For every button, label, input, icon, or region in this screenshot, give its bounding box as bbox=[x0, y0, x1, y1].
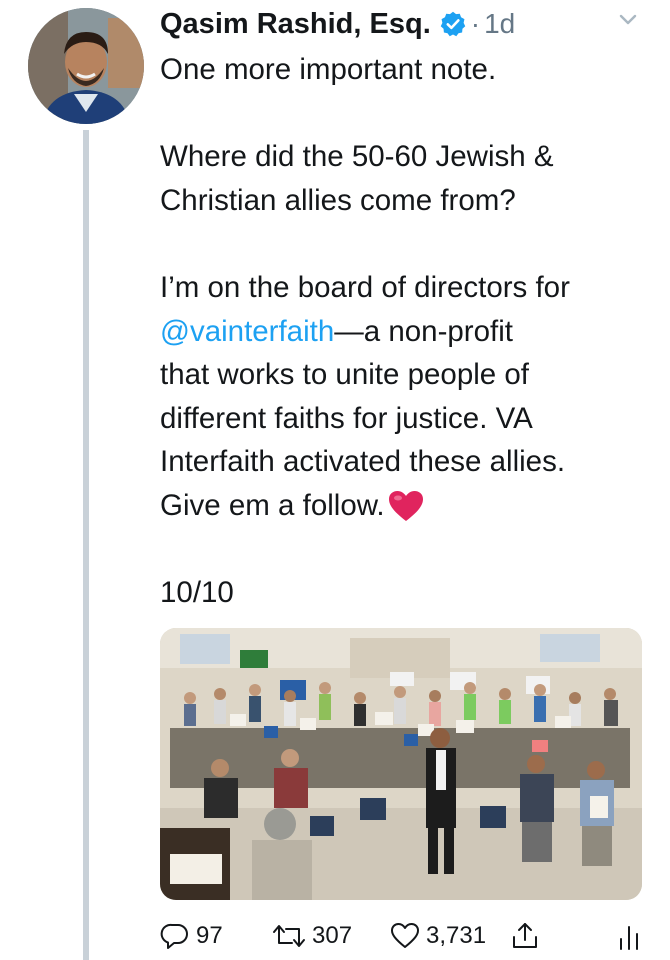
text-line: different faiths for justice. VA bbox=[160, 401, 533, 435]
mention-link[interactable]: @vainterfaith bbox=[160, 315, 334, 348]
heart-emoji-icon bbox=[387, 489, 425, 523]
reply-button[interactable]: 97 bbox=[160, 916, 223, 956]
chevron-down-icon[interactable] bbox=[614, 6, 642, 34]
thread-line bbox=[83, 130, 89, 960]
retweet-button[interactable]: 307 bbox=[272, 916, 352, 956]
tweet-header: Qasim Rashid, Esq. · 1d bbox=[160, 4, 660, 44]
text-span: Give em a follow. bbox=[160, 488, 385, 522]
text-line: Christian allies come from? bbox=[160, 183, 516, 217]
retweet-icon bbox=[273, 925, 305, 947]
author-name[interactable]: Qasim Rashid, Esq. bbox=[160, 8, 431, 41]
reply-count: 97 bbox=[196, 922, 223, 949]
text-line: Interfaith activated these allies. bbox=[160, 445, 566, 479]
photo-image bbox=[160, 628, 642, 900]
verified-badge-icon bbox=[439, 10, 467, 38]
tweet: Qasim Rashid, Esq. · 1d One more importa… bbox=[0, 0, 670, 960]
text-line: that works to unite people of bbox=[160, 358, 529, 392]
tweet-photo[interactable] bbox=[160, 628, 642, 900]
avatar-photo bbox=[28, 8, 144, 124]
tweet-text: One more important note. Where did the 5… bbox=[160, 48, 660, 615]
analytics-button[interactable] bbox=[615, 916, 643, 956]
text-line: I’m on the board of directors for bbox=[160, 270, 570, 304]
text-line: Give em a follow. bbox=[160, 484, 660, 528]
text-line: @vainterfaith—a non-profit bbox=[160, 310, 660, 354]
avatar[interactable] bbox=[28, 8, 144, 124]
reply-icon bbox=[160, 923, 188, 949]
thread-counter: 10/10 bbox=[160, 576, 234, 610]
separator-dot: · bbox=[470, 8, 481, 39]
share-icon bbox=[513, 923, 537, 948]
text-span: —a non-profit bbox=[334, 314, 513, 348]
like-button[interactable]: 3,731 bbox=[390, 916, 486, 956]
tweet-actions: 97 307 3,731 bbox=[160, 916, 650, 956]
analytics-icon bbox=[620, 926, 638, 950]
timestamp[interactable]: 1d bbox=[484, 8, 515, 40]
text-line: One more important note. bbox=[160, 53, 497, 86]
retweet-count: 307 bbox=[312, 922, 353, 949]
share-button[interactable] bbox=[510, 916, 540, 956]
like-heart-icon bbox=[391, 923, 419, 948]
like-count: 3,731 bbox=[426, 922, 487, 949]
text-line: Where did the 50-60 Jewish & bbox=[160, 140, 554, 174]
